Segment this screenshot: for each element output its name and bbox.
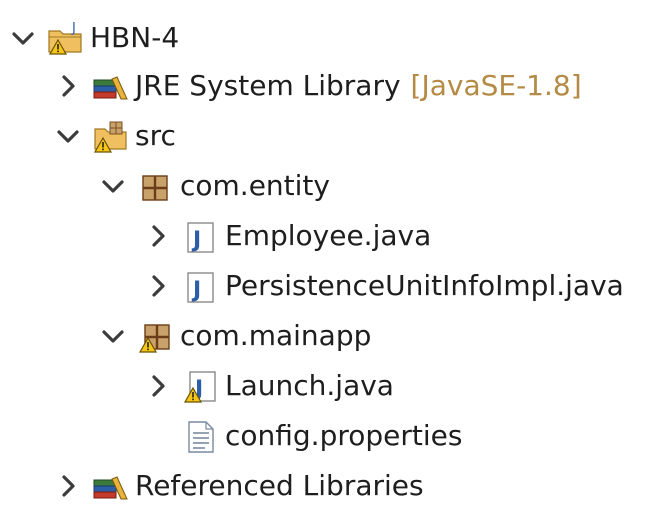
tree-item-package-com-mainapp[interactable]: com.mainapp xyxy=(100,314,371,358)
project-label: HBN-4 xyxy=(90,21,180,54)
package-icon xyxy=(136,167,174,205)
java-file-icon: J xyxy=(181,267,219,305)
tree-item-referenced-libraries[interactable]: Referenced Libraries xyxy=(55,464,424,508)
chevron-down-icon[interactable] xyxy=(100,173,126,199)
chevron-down-icon[interactable] xyxy=(55,123,81,149)
chevron-right-icon[interactable] xyxy=(55,473,81,499)
referenced-libraries-label: Referenced Libraries xyxy=(135,469,424,502)
jre-library-label: JRE System Library xyxy=(135,69,401,102)
tree-item-file-employee[interactable]: J Employee.java xyxy=(145,214,431,258)
java-file-warning-icon: J xyxy=(181,367,219,405)
chevron-down-icon[interactable] xyxy=(100,323,126,349)
svg-text:J: J xyxy=(71,21,76,36)
chevron-right-icon[interactable] xyxy=(145,223,171,249)
svg-text:J: J xyxy=(191,278,201,303)
package-warning-icon xyxy=(136,317,174,355)
tree-item-jre-library[interactable]: JRE System Library [JavaSE-1.8] xyxy=(55,64,582,108)
tree-item-file-config-properties[interactable]: config.properties xyxy=(145,414,462,458)
properties-file-icon xyxy=(181,417,219,455)
tree-item-project[interactable]: J HBN-4 xyxy=(10,16,179,60)
chevron-placeholder xyxy=(145,423,171,449)
tree-item-file-launch[interactable]: J Launch.java xyxy=(145,364,394,408)
package-mainapp-label: com.mainapp xyxy=(180,319,372,352)
src-label: src xyxy=(135,119,176,152)
file-launch-label: Launch.java xyxy=(225,369,394,402)
file-employee-label: Employee.java xyxy=(225,219,432,252)
java-file-icon: J xyxy=(181,217,219,255)
library-icon xyxy=(91,67,129,105)
jre-version-decoration: [JavaSE-1.8] xyxy=(410,69,582,102)
chevron-right-icon[interactable] xyxy=(145,273,171,299)
chevron-down-icon[interactable] xyxy=(10,25,36,51)
tree-item-package-com-entity[interactable]: com.entity xyxy=(100,164,330,208)
source-folder-icon xyxy=(91,117,129,155)
java-project-icon: J xyxy=(46,19,84,57)
tree-item-src[interactable]: src xyxy=(55,114,176,158)
package-entity-label: com.entity xyxy=(180,169,330,202)
package-explorer-tree: J HBN-4 JRE System Library [JavaSE-1.8] xyxy=(0,0,645,506)
chevron-right-icon[interactable] xyxy=(55,73,81,99)
library-icon xyxy=(91,467,129,505)
svg-text:J: J xyxy=(191,228,201,253)
file-config-label: config.properties xyxy=(225,419,463,452)
chevron-right-icon[interactable] xyxy=(145,373,171,399)
tree-item-file-persistence-unit-info-impl[interactable]: J PersistenceUnitInfoImpl.java xyxy=(145,264,624,308)
file-persistence-label: PersistenceUnitInfoImpl.java xyxy=(225,269,624,302)
